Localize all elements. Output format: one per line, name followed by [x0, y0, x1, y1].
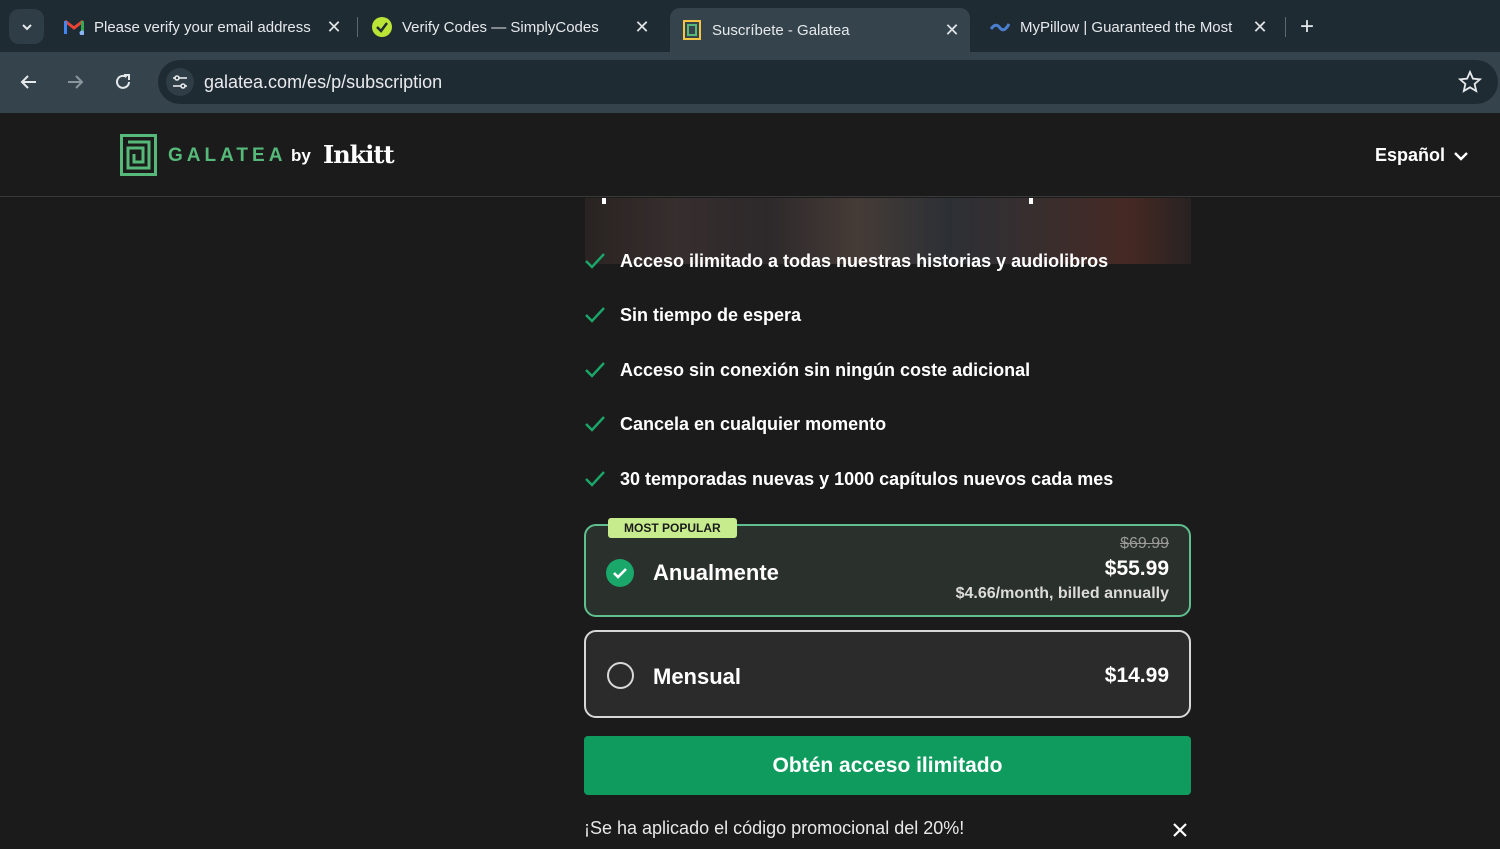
feature-item: Cancela en cualquier momento — [584, 413, 886, 435]
close-icon[interactable]: ✕ — [940, 18, 964, 42]
chevron-down-icon — [21, 23, 32, 30]
plan-radio-unselected[interactable] — [607, 662, 634, 689]
logo-text[interactable]: GALATEA — [168, 145, 286, 167]
close-icon[interactable]: ✕ — [1248, 15, 1272, 39]
plan-price: $55.99 — [1104, 557, 1169, 580]
feature-item: Acceso sin conexión sin ningún coste adi… — [584, 359, 1030, 381]
plan-price-detail: $4.66/month, billed annually — [955, 585, 1169, 602]
chevron-down-icon — [1454, 151, 1468, 161]
browser-toolbar: galatea.com/es/p/subscription — [0, 52, 1500, 113]
plan-old-price: $69.99 — [1120, 535, 1169, 552]
plan-monthly[interactable]: Mensual $14.99 — [584, 630, 1191, 718]
logo-brand[interactable]: Inkitt — [323, 140, 395, 169]
check-icon — [585, 416, 605, 432]
arrow-right-icon — [68, 75, 84, 89]
logo-by: by — [291, 146, 311, 165]
feature-text: Acceso ilimitado a todas nuestras histor… — [620, 250, 1109, 271]
gmail-icon — [64, 17, 84, 37]
check-icon — [613, 568, 627, 579]
tab-galatea[interactable]: Suscríbete - Galatea ✕ — [670, 8, 970, 52]
site-info-icon[interactable] — [166, 68, 194, 96]
tab-search-button[interactable] — [9, 9, 44, 44]
plan-name: Mensual — [653, 664, 742, 689]
browser-tab-bar: Please verify your email address ✕ Verif… — [0, 0, 1500, 52]
tab-title: Suscríbete - Galatea — [712, 21, 850, 39]
check-icon — [585, 362, 605, 378]
new-tab-button[interactable]: + — [1294, 13, 1320, 40]
feature-text: Sin tiempo de espera — [620, 304, 802, 325]
feature-text: Cancela en cualquier momento — [620, 413, 887, 434]
feature-text: 30 temporadas nuevas y 1000 capítulos nu… — [620, 468, 1114, 489]
bookmark-star-icon[interactable] — [1458, 70, 1482, 94]
tab-title: Please verify your email address — [94, 18, 311, 36]
galatea-icon — [682, 20, 702, 40]
close-icon[interactable]: ✕ — [630, 15, 654, 39]
plan-name: Anualmente — [653, 560, 779, 585]
close-icon — [1173, 823, 1187, 837]
reload-button[interactable] — [108, 67, 138, 97]
tab-gmail[interactable]: Please verify your email address ✕ — [52, 8, 352, 46]
tab-title: Verify Codes — SimplyCodes — [402, 18, 599, 36]
feature-text: Acceso sin conexión sin ningún coste adi… — [620, 359, 1031, 380]
plan-price: $14.99 — [1104, 664, 1169, 687]
feature-item: Sin tiempo de espera — [584, 304, 801, 326]
plan-radio-selected[interactable] — [606, 559, 634, 587]
banner-detail — [1029, 198, 1033, 204]
check-icon — [585, 471, 605, 487]
get-unlimited-access-button[interactable]: Obtén acceso ilimitado — [584, 736, 1191, 795]
check-icon — [585, 307, 605, 323]
forward-button[interactable] — [60, 67, 90, 97]
tab-separator — [357, 17, 358, 37]
promo-applied-message: ¡Se ha aplicado el código promocional de… — [584, 818, 965, 838]
back-button[interactable] — [14, 67, 44, 97]
feature-item: Acceso ilimitado a todas nuestras histor… — [584, 250, 1108, 272]
banner-detail — [602, 198, 606, 204]
tab-mypillow[interactable]: MyPillow | Guaranteed the Most ✕ — [978, 8, 1278, 46]
arrow-left-icon — [20, 75, 36, 89]
address-bar[interactable]: galatea.com/es/p/subscription — [158, 60, 1498, 104]
tab-simplycodes[interactable]: Verify Codes — SimplyCodes ✕ — [360, 8, 660, 46]
simplycodes-icon — [372, 17, 392, 37]
url-text[interactable]: galatea.com/es/p/subscription — [204, 72, 442, 93]
language-selector[interactable]: Español — [1375, 145, 1469, 166]
promo-close-button[interactable] — [1168, 818, 1192, 842]
subscription-content: Acceso ilimitado a todas nuestras histor… — [0, 198, 1500, 849]
most-popular-badge: MOST POPULAR — [608, 518, 737, 538]
site-header: GALATEA by Inkitt Español — [0, 113, 1500, 197]
mypillow-icon — [990, 17, 1010, 37]
tab-separator — [1285, 17, 1286, 37]
reload-icon — [116, 74, 130, 89]
plan-annual[interactable]: MOST POPULAR Anualmente $69.99 $55.99 $4… — [584, 518, 1191, 617]
feature-item: 30 temporadas nuevas y 1000 capítulos nu… — [584, 468, 1113, 490]
tab-title: MyPillow | Guaranteed the Most — [1020, 18, 1233, 36]
language-label: Español — [1375, 145, 1446, 165]
check-icon — [585, 253, 605, 269]
galatea-logo-icon[interactable] — [120, 134, 157, 176]
close-icon[interactable]: ✕ — [322, 15, 346, 39]
